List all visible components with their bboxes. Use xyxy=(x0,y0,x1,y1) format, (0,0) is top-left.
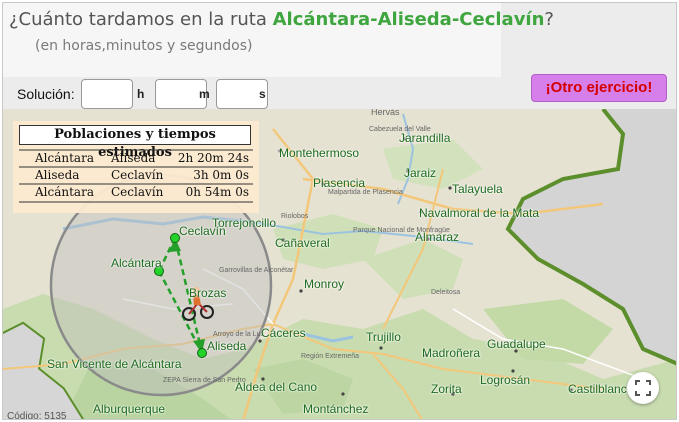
route-town-alcantara: Alcántara xyxy=(111,256,162,270)
solution-label: Solución: xyxy=(17,86,75,102)
question-prefix: ¿Cuánto tardamos en la ruta xyxy=(9,9,273,30)
map-view[interactable]: Hervás Cabezuela del Valle Malpartida de… xyxy=(3,109,676,420)
town-guadalupe: Guadalupe xyxy=(487,337,546,351)
hours-input[interactable] xyxy=(81,79,133,109)
answer-row: Solución: h m s xyxy=(3,77,676,111)
hours-unit: h xyxy=(137,87,145,101)
map-label-malpartida: Malpartida de Plasencia xyxy=(328,189,403,196)
route-town-brozas: Brozas xyxy=(189,286,227,300)
table-title: Poblaciones y tiempos estimados xyxy=(19,125,251,160)
town-alburquerque: Alburquerque xyxy=(93,402,166,416)
town-plasencia: Plasencia xyxy=(313,176,366,190)
town-zorita: Zorita xyxy=(431,382,462,396)
town-castilblanco: Castilblanco xyxy=(568,382,634,396)
map-label-zepa: ZEPA Sierra de San Pedro xyxy=(163,377,246,384)
town-talayuela: Talayuela xyxy=(452,182,503,196)
town-san-vicente: San Vicente de Alcántara xyxy=(47,357,182,371)
town-navalmoral: Navalmoral de la Mata xyxy=(419,206,540,220)
code-label: Código: 5135 xyxy=(7,411,67,420)
town-aldea-del-cano: Aldea del Cano xyxy=(235,380,318,394)
town-monroy: Monroy xyxy=(304,277,345,291)
town-trujillo: Trujillo xyxy=(366,330,401,344)
route-town-ceclavin: Ceclavín xyxy=(179,224,226,238)
fullscreen-icon xyxy=(635,380,651,396)
applet: ¿Cuánto tardamos en la ruta Alcántara-Al… xyxy=(2,2,677,420)
town-logrosan: Logrosán xyxy=(480,373,531,387)
map-label-region: Región Extremeña xyxy=(301,353,359,360)
map-label-hervas: Hervás xyxy=(371,109,400,117)
seconds-unit: s xyxy=(259,87,266,101)
fullscreen-button[interactable] xyxy=(627,372,659,404)
question-suffix: ? xyxy=(544,9,554,30)
question-title: ¿Cuánto tardamos en la ruta Alcántara-Al… xyxy=(9,9,554,30)
table-rules xyxy=(19,149,253,203)
question-route: Alcántara-Aliseda-Ceclavín xyxy=(272,9,545,30)
town-almaraz: Almaraz xyxy=(415,230,460,244)
map-label-deleitosa: Deleitosa xyxy=(431,289,461,296)
header: ¿Cuánto tardamos en la ruta Alcántara-Al… xyxy=(3,3,676,102)
times-table: Poblaciones y tiempos estimados Alcántar… xyxy=(13,121,259,213)
route-town-aliseda: Aliseda xyxy=(207,339,247,353)
town-jaraiz: Jaraiz xyxy=(404,166,437,180)
map-label-riolobos: Riolobos xyxy=(281,213,309,220)
map-label-arroyo: Arroyo de la Luz xyxy=(213,331,264,338)
town-caceres: Cáceres xyxy=(261,326,306,340)
minutes-unit: m xyxy=(199,87,210,101)
question-subtitle: (en horas,minutos y segundos) xyxy=(35,38,253,54)
town-montanchez: Montánchez xyxy=(303,402,369,416)
town-canaveral: Cañaveral xyxy=(275,236,330,250)
town-montehermoso: Montehermoso xyxy=(279,146,360,160)
town-jarandilla: Jarandilla xyxy=(399,131,451,145)
title-panel: ¿Cuánto tardamos en la ruta Alcántara-Al… xyxy=(3,3,554,77)
town-madronera: Madroñera xyxy=(422,346,481,360)
map-label-garrovillas: Garrovillas de Alconétar xyxy=(219,267,294,274)
